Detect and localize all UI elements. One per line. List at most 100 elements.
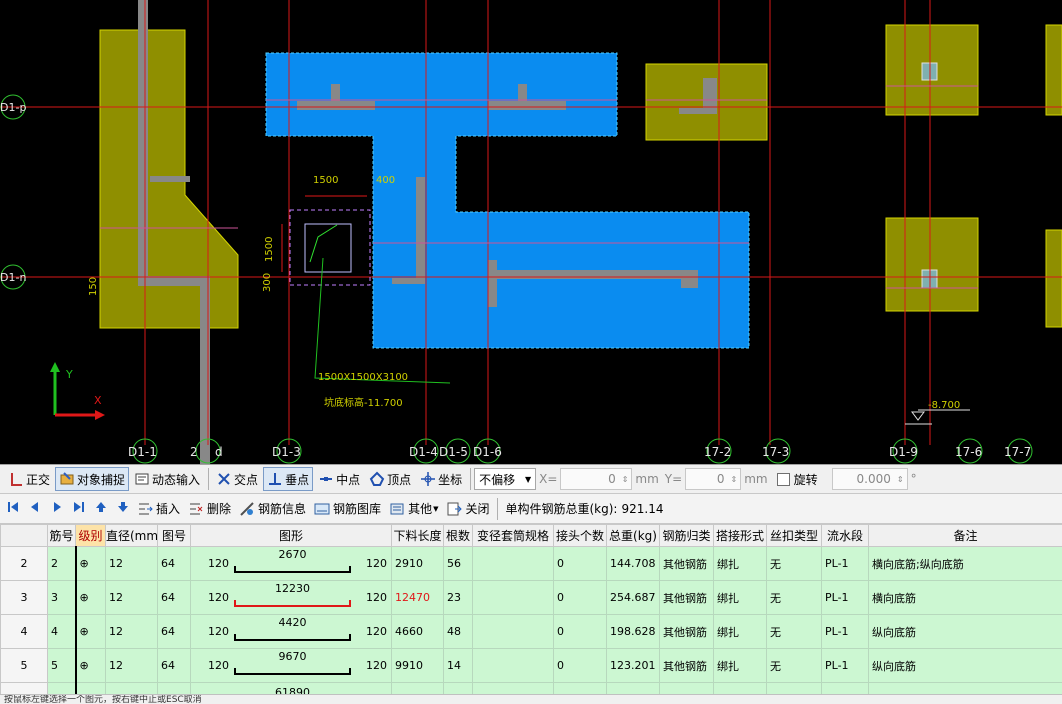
cell-joints[interactable]: 0 (553, 648, 607, 683)
rotate-checkbox[interactable] (776, 472, 790, 486)
cell-joints[interactable]: 0 (553, 682, 607, 694)
cell-bar-no[interactable]: 3 (47, 580, 76, 615)
cell-figure-no[interactable]: 1 (157, 682, 191, 694)
cell-cut-length[interactable]: 12470 (391, 580, 444, 615)
cell-grade[interactable]: ⊕ (74, 682, 106, 694)
cell-grade[interactable]: ⊕ (74, 648, 106, 683)
cell-lap-type[interactable]: 绑扎 (713, 682, 767, 694)
cell-bar-no[interactable]: 2 (47, 546, 76, 581)
cell-thread-type[interactable]: 无 (766, 648, 822, 683)
insert-button[interactable]: 插入 (134, 498, 183, 520)
cell-sleeve[interactable] (472, 648, 554, 683)
header-weight[interactable]: 总重(kg) (606, 524, 660, 547)
cell-segment[interactable]: PL-1 (821, 682, 869, 694)
cell-joints[interactable]: 0 (553, 614, 607, 649)
other-menu-button[interactable]: 其他 ▼ (386, 498, 441, 520)
cell-bar-no[interactable]: 4 (47, 614, 76, 649)
cell-sleeve[interactable] (472, 614, 554, 649)
coordinate-snap-button[interactable]: 坐标 (416, 467, 466, 491)
dynamic-input-button[interactable]: 动态输入 (130, 467, 204, 491)
cell-shape[interactable]: 120 9670 120 (190, 648, 392, 683)
cell-figure-no[interactable]: 64 (157, 614, 191, 649)
cell-cut-length[interactable]: 4660 (391, 614, 444, 649)
move-up-button[interactable] (90, 498, 112, 520)
cell-segment[interactable]: PL-1 (821, 648, 869, 683)
cell-lap-type[interactable]: 绑扎 (713, 614, 767, 649)
move-down-button[interactable] (112, 498, 134, 520)
cell-shape[interactable]: 120 4420 120 (190, 614, 392, 649)
cell-grade[interactable]: ⊕ (74, 546, 106, 581)
cad-canvas[interactable]: 1500 400 1500 300 150 1500X1500X3100 坑底标… (0, 0, 1062, 464)
cell-sleeve[interactable] (472, 580, 554, 615)
rebar-info-button[interactable]: 钢筋信息 (236, 498, 309, 520)
cell-count[interactable]: 14 (443, 648, 473, 683)
cell-count[interactable]: 1 (443, 682, 473, 694)
header-thread-type[interactable]: 丝扣类型 (766, 524, 822, 547)
header-sleeve[interactable]: 变径套筒规格 (472, 524, 554, 547)
cell-count[interactable]: 56 (443, 546, 473, 581)
rebar-library-button[interactable]: 钢筋图库 (311, 498, 384, 520)
cell-thread-type[interactable]: 无 (766, 614, 822, 649)
cell-joints[interactable]: 0 (553, 580, 607, 615)
cell-grade[interactable]: ⊕ (74, 580, 106, 615)
table-row[interactable]: 6 6 ⊕ 12 1 61890 61890 1 0 54.958 其他钢筋 绑… (0, 682, 1062, 694)
ortho-button[interactable]: 正交 (4, 467, 54, 491)
header-category[interactable]: 钢筋归类 (659, 524, 714, 547)
cell-note[interactable]: 纵向底筋 (868, 614, 1062, 649)
table-row[interactable]: 4 4 ⊕ 12 64 120 4420 120 4660 48 0 198.6… (0, 614, 1062, 649)
cad-drawing[interactable]: 1500 400 1500 300 150 1500X1500X3100 坑底标… (0, 0, 1062, 464)
cell-category[interactable]: 其他钢筋 (659, 648, 714, 683)
row-number[interactable]: 3 (0, 580, 48, 615)
footing-mid[interactable] (645, 63, 768, 141)
perpendicular-snap-button[interactable]: 垂点 (263, 467, 314, 491)
cell-weight[interactable]: 123.201 (606, 648, 660, 683)
header-cut-length[interactable]: 下料长度 (391, 524, 444, 547)
y-coord-input[interactable]: 0 ⇕ (685, 468, 742, 490)
cell-figure-no[interactable]: 64 (157, 546, 191, 581)
footing-right-bottom[interactable] (885, 217, 979, 312)
cell-figure-no[interactable]: 64 (157, 580, 191, 615)
table-row[interactable]: 5 5 ⊕ 12 64 120 9670 120 9910 14 0 123.2… (0, 648, 1062, 683)
next-record-button[interactable] (46, 498, 68, 520)
cell-note[interactable]: 横向底筋 (868, 580, 1062, 615)
cell-category[interactable]: 其他钢筋 (659, 614, 714, 649)
prev-record-button[interactable] (24, 498, 46, 520)
cell-count[interactable]: 48 (443, 614, 473, 649)
cell-diameter[interactable]: 12 (105, 580, 158, 615)
x-coord-input[interactable]: 0 ⇕ (560, 468, 633, 490)
table-row[interactable]: 3 3 ⊕ 12 64 120 12230 120 12470 23 0 254… (0, 580, 1062, 615)
cell-category[interactable]: 其他钢筋 (659, 682, 714, 694)
cell-segment[interactable]: PL-1 (821, 614, 869, 649)
row-number[interactable]: 6 (0, 682, 48, 694)
cell-lap-type[interactable]: 绑扎 (713, 648, 767, 683)
cell-cut-length[interactable]: 9910 (391, 648, 444, 683)
header-figure-no[interactable]: 图号 (157, 524, 191, 547)
cell-thread-type[interactable]: 无 (766, 682, 822, 694)
cell-lap-type[interactable]: 绑扎 (713, 580, 767, 615)
cell-sleeve[interactable] (472, 682, 554, 694)
cell-weight[interactable]: 54.958 (606, 682, 660, 694)
cell-segment[interactable]: PL-1 (821, 580, 869, 615)
offset-select[interactable]: 不偏移 ▼ (474, 468, 537, 490)
header-note[interactable]: 备注 (868, 524, 1062, 547)
row-number[interactable]: 4 (0, 614, 48, 649)
cell-note[interactable]: 纵向底筋 (868, 648, 1062, 683)
table-row[interactable]: 2 2 ⊕ 12 64 120 2670 120 2910 56 0 144.7… (0, 546, 1062, 581)
header-count[interactable]: 根数 (443, 524, 473, 547)
cell-bar-no[interactable]: 6 (47, 682, 76, 694)
cell-figure-no[interactable]: 64 (157, 648, 191, 683)
intersection-snap-button[interactable]: 交点 (212, 467, 262, 491)
cell-note[interactable]: 横向底筋;纵向底筋 (868, 546, 1062, 581)
cell-cut-length[interactable]: 2910 (391, 546, 444, 581)
cell-bar-no[interactable]: 5 (47, 648, 76, 683)
cell-weight[interactable]: 254.687 (606, 580, 660, 615)
first-record-button[interactable] (2, 498, 24, 520)
row-number[interactable]: 5 (0, 648, 48, 683)
cell-sleeve[interactable] (472, 546, 554, 581)
cell-diameter[interactable]: 12 (105, 614, 158, 649)
cell-count[interactable]: 23 (443, 580, 473, 615)
header-segment[interactable]: 流水段 (821, 524, 869, 547)
midpoint-snap-button[interactable]: 中点 (314, 467, 364, 491)
header-lap-type[interactable]: 搭接形式 (713, 524, 767, 547)
cell-lap-type[interactable]: 绑扎 (713, 546, 767, 581)
